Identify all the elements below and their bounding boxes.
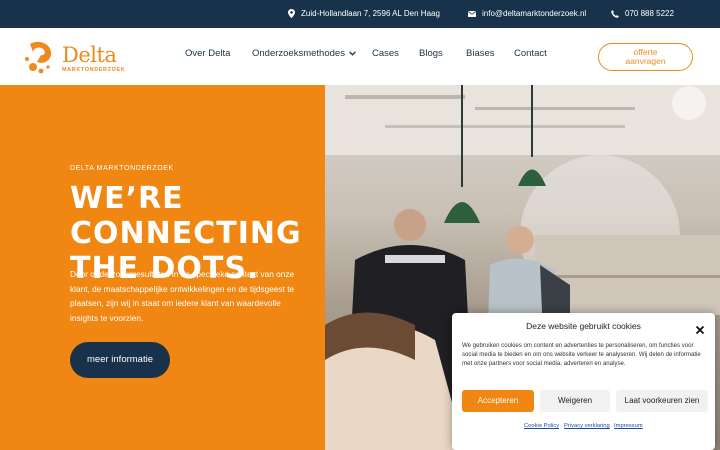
email-link[interactable]: info@deltamarktonderzoek.nl	[482, 9, 586, 18]
logo-mark-icon	[25, 41, 52, 74]
phone-item[interactable]: 070 888 5222	[611, 9, 674, 18]
nav-blogs[interactable]: Blogs	[419, 48, 443, 59]
logo-subtitle: MARKTONDERZOEK	[62, 67, 126, 73]
headline-line-1: WE’RE CONNECTING	[70, 181, 302, 251]
nav-onderzoeksmethodes-label: Onderzoeksmethodes	[252, 48, 345, 60]
phone-icon	[611, 9, 619, 18]
nav-over-delta[interactable]: Over Delta	[185, 48, 230, 59]
hero-eyebrow: DELTA MARKTONDERZOEK	[70, 165, 174, 172]
nav-cases[interactable]: Cases	[372, 48, 399, 59]
delta-logo[interactable]: Delta MARKTONDERZOEK	[24, 40, 125, 76]
accept-cookies-button[interactable]: Accepteren	[462, 390, 534, 412]
phone-link[interactable]: 070 888 5222	[625, 9, 674, 18]
meer-informatie-button[interactable]: meer informatie	[70, 342, 170, 378]
view-preferences-button[interactable]: Laat voorkeuren zien	[616, 390, 708, 412]
close-icon[interactable]	[695, 322, 705, 335]
cta-line-2: aanvragen	[625, 56, 666, 66]
impressum-link[interactable]: Impressum	[614, 423, 643, 429]
cookie-policy-link[interactable]: Cookie Policy	[524, 423, 559, 429]
cookie-consent-dialog: Deze website gebruikt cookies We gebruik…	[452, 313, 715, 450]
nav-contact[interactable]: Contact	[514, 48, 547, 59]
nav-onderzoeksmethodes[interactable]: Onderzoeksmethodes	[252, 48, 356, 59]
nav-biases[interactable]: Biases	[466, 48, 495, 59]
logo-wordmark: Delta	[62, 43, 117, 67]
cookie-description: We gebruiken cookies om content en adver…	[462, 342, 701, 367]
chevron-down-icon	[349, 48, 356, 59]
privacy-statement-link[interactable]: Privacy verklaring	[564, 423, 610, 429]
deny-cookies-button[interactable]: Weigeren	[540, 390, 610, 412]
site-header: Delta MARKTONDERZOEK Over Delta Onderzoe…	[0, 28, 720, 85]
offerte-aanvragen-button[interactable]: offerte aanvragen	[598, 43, 693, 71]
email-item[interactable]: info@deltamarktonderzoek.nl	[468, 9, 586, 18]
address-text: Zuid-Hollandlaan 7, 2596 AL Den Haag	[301, 9, 440, 18]
top-contact-bar: Zuid-Hollandlaan 7, 2596 AL Den Haag inf…	[0, 0, 720, 28]
address-item: Zuid-Hollandlaan 7, 2596 AL Den Haag	[288, 9, 440, 18]
mail-icon	[468, 10, 476, 17]
hero-intro: Door onderzoeksresultaten in de specifie…	[70, 269, 295, 323]
location-pin-icon	[288, 9, 295, 18]
cookie-title: Deze website gebruikt cookies	[526, 321, 641, 331]
